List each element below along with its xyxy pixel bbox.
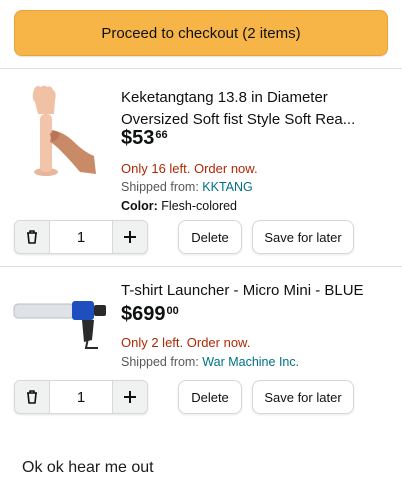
shipped-from-item-2: Shipped from: War Machine Inc. [121, 355, 300, 369]
stock-status-item-1: Only 16 left. Order now. [121, 161, 258, 176]
product-title-item-2[interactable]: T-shirt Launcher - Micro Mini - BLUE [121, 280, 389, 302]
stock-status-item-2: Only 2 left. Order now. [121, 335, 251, 350]
trash-icon [27, 390, 37, 404]
product-price-item-2: $69900 [121, 303, 179, 325]
quantity-value-item-2: 1 [76, 388, 86, 406]
increment-button-item-2[interactable] [112, 381, 147, 413]
product-image-item-1[interactable] [14, 84, 98, 180]
trash-icon [27, 230, 37, 244]
delete-button-item-2[interactable]: Delete [178, 380, 242, 414]
delete-button-item-1[interactable]: Delete [178, 220, 242, 254]
plus-icon [124, 391, 136, 403]
divider [0, 68, 402, 69]
divider [0, 266, 402, 267]
quantity-stepper-item-2[interactable]: 1 [14, 380, 148, 414]
save-for-later-button-item-1[interactable]: Save for later [252, 220, 354, 254]
product-image-item-2[interactable] [12, 296, 112, 354]
product-title-item-1[interactable]: Keketangtang 13.8 in Diameter Oversized … [121, 87, 389, 131]
product-price-item-1: $5366 [121, 127, 168, 149]
plus-icon [124, 231, 136, 243]
meme-caption: Ok ok hear me out [22, 459, 154, 476]
color-item-1: Color: Flesh-colored [121, 199, 238, 213]
quantity-value-item-1: 1 [76, 228, 86, 246]
cart-panel: Proceed to checkout (2 items) Keketangta… [0, 0, 402, 437]
trash-button-item-2[interactable] [15, 381, 50, 413]
save-for-later-button-item-2[interactable]: Save for later [252, 380, 354, 414]
quantity-stepper-item-1[interactable]: 1 [14, 220, 148, 254]
proceed-to-checkout-button[interactable]: Proceed to checkout (2 items) [14, 10, 388, 56]
seller-link-item-1[interactable]: KKTANG [202, 180, 252, 194]
increment-button-item-1[interactable] [112, 221, 147, 253]
trash-button-item-1[interactable] [15, 221, 50, 253]
seller-link-item-2[interactable]: War Machine Inc. [202, 355, 299, 369]
shipped-from-item-1: Shipped from: KKTANG [121, 180, 253, 194]
